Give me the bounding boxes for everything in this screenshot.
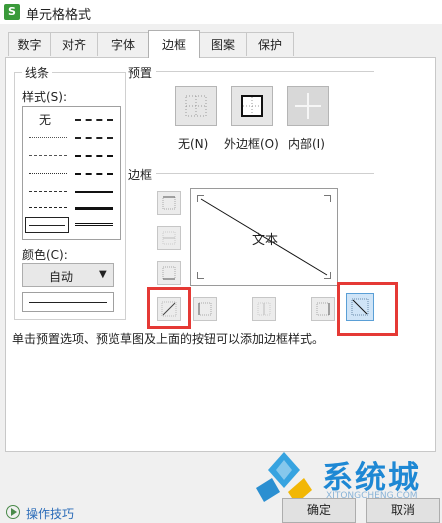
line-style-preview <box>22 292 114 312</box>
tab-alignment[interactable]: 对齐 <box>50 32 98 56</box>
line-color-label: 颜色(C): <box>22 248 68 262</box>
preset-none-button[interactable] <box>175 86 217 126</box>
bottom-border-icon <box>162 266 176 280</box>
preset-inside-button[interactable] <box>287 86 329 126</box>
border-divider <box>156 173 374 174</box>
play-icon[interactable] <box>6 505 20 519</box>
line-style-medium-dash-dot-dot[interactable] <box>75 119 113 121</box>
tab-font[interactable]: 字体 <box>97 32 149 56</box>
line-section-label: 线条 <box>22 64 53 81</box>
tab-number[interactable]: 数字 <box>8 32 51 56</box>
line-style-medium-dashed[interactable] <box>75 155 113 157</box>
line-style-slant-dash-dot[interactable] <box>75 173 113 175</box>
diagonal-down-highlight <box>337 282 398 336</box>
tips-link[interactable]: 操作技巧 <box>26 505 74 522</box>
top-border-icon <box>162 196 176 210</box>
cancel-button[interactable]: 取消 <box>366 498 440 523</box>
line-style-dotted-fine[interactable] <box>29 137 67 138</box>
vertical-inside-border-button[interactable] <box>252 297 276 321</box>
diagonal-up-highlight <box>147 287 191 329</box>
tab-border[interactable]: 边框 <box>148 30 200 58</box>
right-border-button[interactable] <box>311 297 335 321</box>
top-border-button[interactable] <box>157 191 181 215</box>
horizontal-inside-border-button[interactable] <box>157 226 181 250</box>
line-style-dash-dot[interactable] <box>29 191 67 192</box>
line-style-dashed[interactable] <box>29 207 67 208</box>
line-style-none[interactable]: 无 <box>39 111 51 128</box>
preset-inside-label: 内部(I) <box>288 137 325 151</box>
line-style-double[interactable] <box>75 223 113 226</box>
line-color-value: 自动 <box>49 270 74 284</box>
line-style-dashed-fine[interactable] <box>29 155 67 156</box>
line-style-medium-solid[interactable] <box>75 191 113 193</box>
preset-outline-icon <box>241 95 263 117</box>
preview-text: 文本 <box>252 233 279 248</box>
line-style-list[interactable]: 无 <box>22 106 121 240</box>
vertical-inside-border-icon <box>257 302 271 316</box>
line-color-dropdown[interactable]: 自动 ▼ <box>22 263 114 287</box>
line-style-label: 样式(S): <box>22 90 68 104</box>
line-style-thick-solid[interactable] <box>75 207 113 210</box>
presets-section-label: 预置 <box>128 66 153 80</box>
ok-button[interactable]: 确定 <box>282 498 356 523</box>
chevron-down-icon: ▼ <box>99 269 107 280</box>
tab-strip: 数字 对齐 字体 边框 图案 保护 <box>0 24 442 58</box>
preset-outline-button[interactable] <box>231 86 273 126</box>
left-border-icon <box>198 302 212 316</box>
preset-inside-icon <box>295 93 321 119</box>
tab-pattern[interactable]: 图案 <box>199 32 247 56</box>
border-preview[interactable]: 文本 <box>190 188 338 286</box>
presets-divider <box>156 71 374 72</box>
border-section-label: 边框 <box>128 168 153 182</box>
title-bar: S 单元格格式 <box>0 0 442 24</box>
left-border-button[interactable] <box>193 297 217 321</box>
app-icon: S <box>4 4 20 20</box>
line-style-dotted[interactable] <box>29 173 67 174</box>
preset-none-icon <box>185 95 207 117</box>
hint-text: 单击预置选项、预览草图及上面的按钮可以添加边框样式。 <box>12 332 325 346</box>
preset-outline-label: 外边框(O) <box>224 137 279 151</box>
line-style-medium-dash-dot[interactable] <box>75 137 113 139</box>
horizontal-inside-border-icon <box>162 231 176 245</box>
tab-protection[interactable]: 保护 <box>246 32 294 56</box>
window-title: 单元格格式 <box>26 8 92 23</box>
line-style-thin-solid-selected[interactable] <box>25 217 69 233</box>
bottom-border-button[interactable] <box>157 261 181 285</box>
right-border-icon <box>316 302 330 316</box>
preset-none-label: 无(N) <box>178 137 209 151</box>
